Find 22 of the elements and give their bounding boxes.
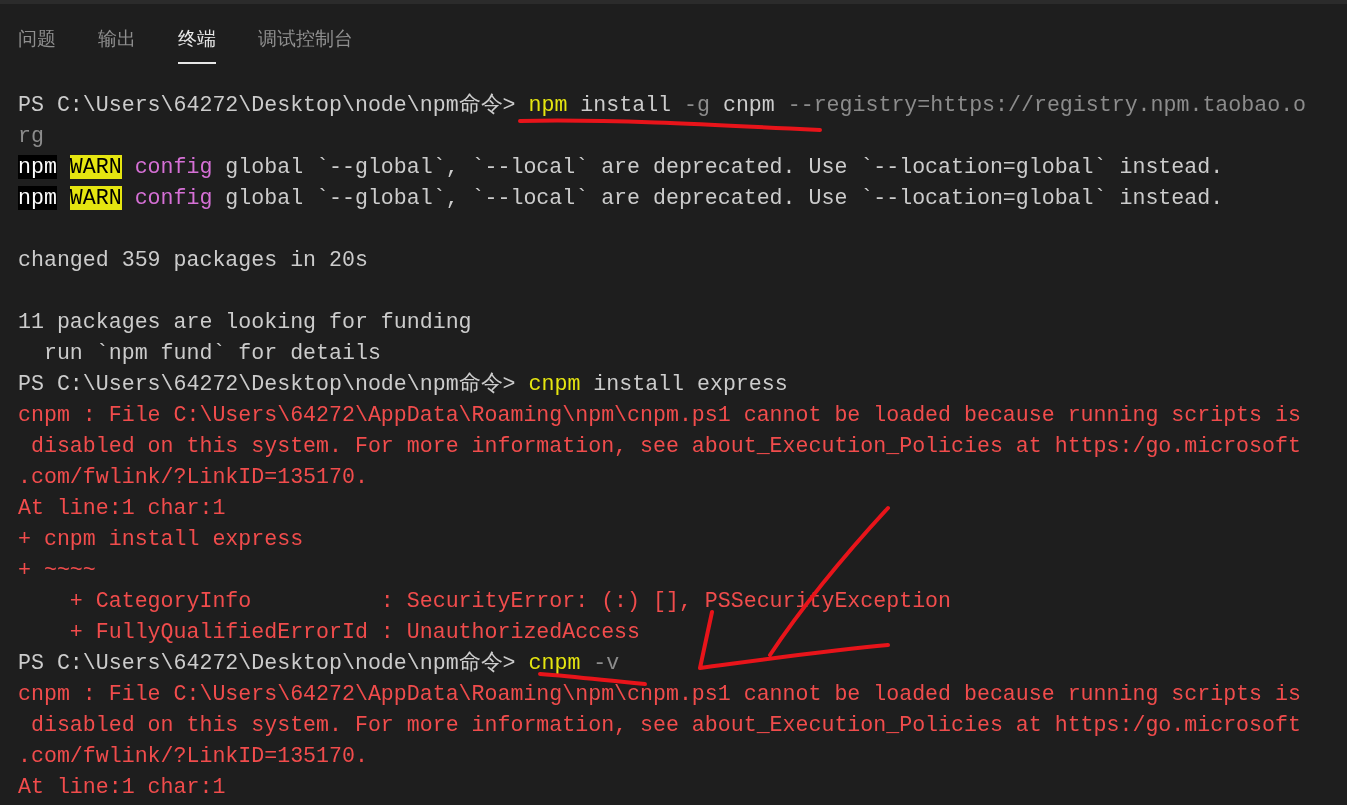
terminal-line: cnpm : File C:\Users\64272\AppData\Roaming\npm\cnpm.ps1 cannot be loaded because running scripts is [18, 681, 1301, 708]
terminal-line: At line:1 char:1 [18, 495, 226, 522]
terminal-line: cnpm : File C:\Users\64272\AppData\Roaming\npm\cnpm.ps1 cannot be loaded because running scripts is [18, 402, 1301, 429]
panel-tab[interactable]: 调试控制台 [258, 26, 353, 64]
terminal-line: PS C:\Users\64272\Desktop\node\npm命令> cnpm -v [18, 650, 620, 677]
panel-tab[interactable]: 问题 [18, 26, 56, 64]
terminal-line: rg [18, 123, 44, 150]
terminal-line: disabled on this system. For more information, see about_Execution_Policies at https:/go.microsoft [29, 433, 1301, 460]
terminal-line: changed 359 packages in 20s [18, 247, 368, 274]
terminal-line: PS C:\Users\64272\Desktop\node\npm命令> cnpm install express [18, 371, 788, 398]
panel-tab[interactable]: 输出 [98, 26, 136, 64]
panel-tab[interactable]: 终端 [178, 26, 216, 64]
terminal-line: + ~~~~ [18, 557, 96, 584]
terminal-line: PS C:\Users\64272\Desktop\node\npm命令> npm install -g cnpm --registry=https://registry.npm.taobao.o [18, 92, 1307, 119]
terminal-line: 11 packages are looking for funding [18, 309, 472, 336]
terminal-line: disabled on this system. For more information, see about_Execution_Policies at https:/go.microsoft [29, 712, 1301, 739]
terminal-line: .com/fwlink/?LinkID=135170. [18, 464, 368, 491]
terminal-line: At line:1 char:1 [18, 774, 226, 801]
terminal-line: run `npm fund` for details [42, 340, 381, 367]
terminal-line: .com/fwlink/?LinkID=135170. [18, 743, 368, 770]
terminal-line: + FullyQualifiedErrorId : UnauthorizedAccess [68, 619, 640, 646]
terminal-line: + cnpm install express [18, 526, 304, 553]
